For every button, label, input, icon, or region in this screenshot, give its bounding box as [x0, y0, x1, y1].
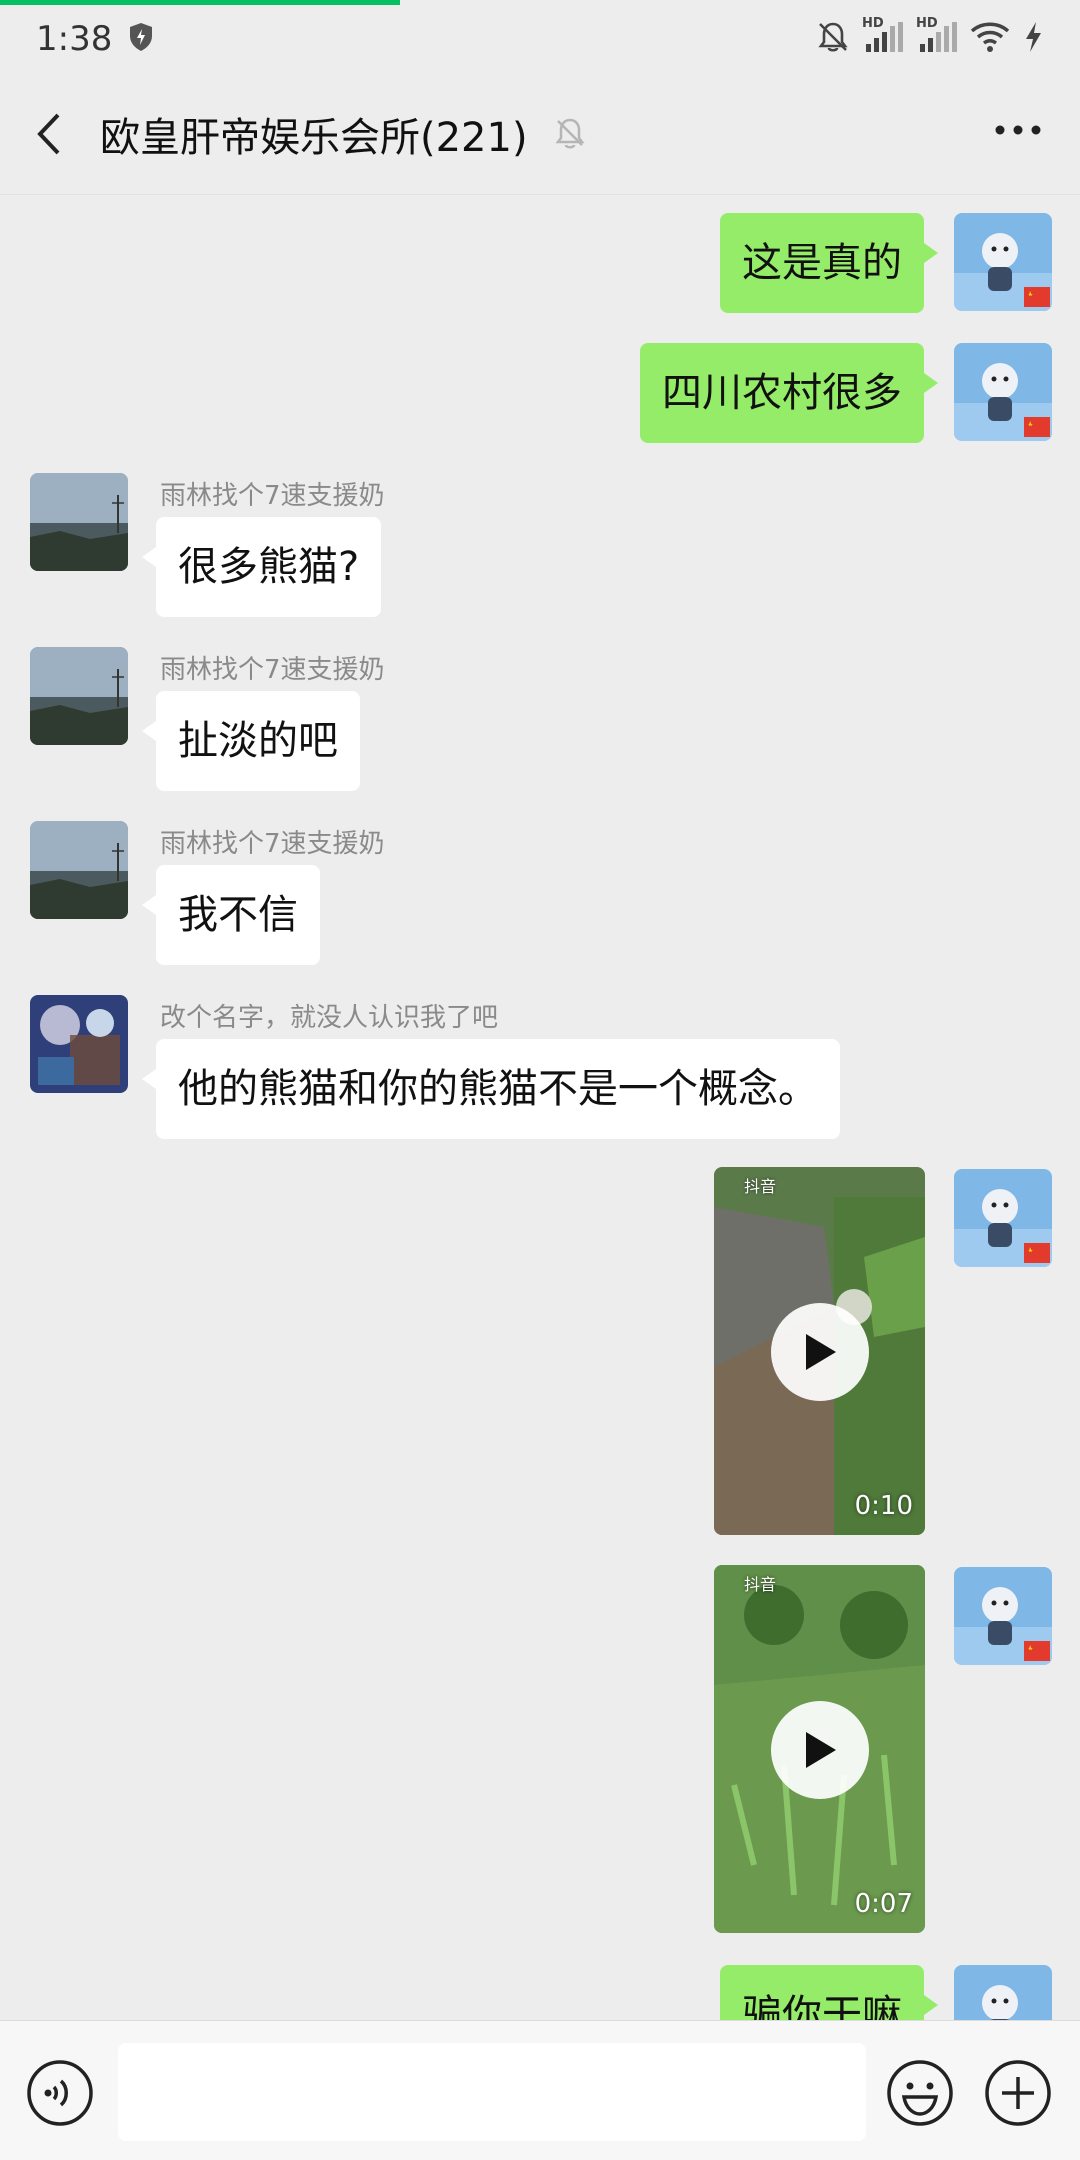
chat-title: 欧皇肝帝娱乐会所(221) [100, 115, 528, 161]
shield-icon [128, 22, 154, 56]
message-bubble[interactable]: 这是真的 [720, 213, 938, 313]
voice-button[interactable] [26, 2059, 94, 2131]
emoji-icon [887, 2060, 953, 2126]
message-bubble[interactable]: 四川农村很多 [640, 343, 938, 443]
video-message[interactable]: 抖音 0:07 [714, 1565, 925, 1933]
sender-avatar[interactable] [30, 821, 128, 919]
input-bar [0, 2020, 1080, 2160]
sender-name: 雨林找个7速支援奶 [160, 829, 385, 859]
bell-off-icon [552, 115, 588, 155]
more-button[interactable] [992, 115, 1044, 149]
message-bubble[interactable]: 很多熊猫? [141, 517, 382, 617]
sender-avatar[interactable] [30, 647, 128, 745]
battery-charging-icon [1022, 20, 1044, 58]
network-label: HD [862, 16, 884, 31]
voice-icon [27, 2060, 93, 2126]
more-dots-icon [995, 125, 1041, 135]
douyin-brand: 抖音 [744, 1575, 777, 1594]
play-button[interactable] [771, 1303, 869, 1401]
self-avatar[interactable] [954, 1965, 1052, 2020]
sender-name: 雨林找个7速支援奶 [160, 655, 385, 685]
message-bubble[interactable]: 他的熊猫和你的熊猫不是一个概念。 [142, 1039, 840, 1139]
sender-name: 雨林找个7速支援奶 [160, 481, 385, 511]
video-duration: 0:10 [854, 1491, 913, 1521]
sender-avatar[interactable] [30, 473, 128, 571]
status-bar: 1:38 HD HD [0, 5, 1080, 73]
self-avatar[interactable] [954, 1567, 1052, 1665]
play-icon [806, 1334, 836, 1370]
message-input[interactable] [118, 2043, 866, 2141]
video-duration: 0:07 [854, 1889, 913, 1919]
back-button[interactable] [30, 109, 70, 159]
video-message[interactable]: 抖音 0:10 [714, 1167, 925, 1535]
play-button[interactable] [771, 1701, 869, 1799]
message-bubble[interactable]: 骗你干嘛 [720, 1965, 938, 2020]
self-avatar[interactable] [954, 343, 1052, 441]
self-avatar[interactable] [954, 1169, 1052, 1267]
network-label: HD [916, 16, 938, 31]
sender-avatar[interactable] [30, 995, 128, 1093]
status-time: 1:38 [36, 19, 113, 59]
douyin-brand: 抖音 [744, 1177, 777, 1196]
notifications-off-icon [816, 20, 850, 58]
emoji-button[interactable] [886, 2059, 954, 2131]
more-actions-button[interactable] [984, 2059, 1052, 2131]
signal-icon: HD [862, 16, 904, 58]
plus-icon [985, 2060, 1051, 2126]
signal-icon: HD [916, 16, 958, 58]
play-icon [806, 1732, 836, 1768]
chevron-left-icon [37, 113, 60, 155]
message-bubble[interactable]: 我不信 [142, 865, 320, 965]
message-list[interactable]: 这是真的 四川农村很多 雨林找个7速支援奶 很多熊猫? 雨林找个7速支援奶 扯淡… [0, 195, 1080, 2020]
message-bubble[interactable]: 扯淡的吧 [142, 691, 360, 791]
wifi-icon [970, 21, 1010, 57]
self-avatar[interactable] [954, 213, 1052, 311]
chat-header: 欧皇肝帝娱乐会所(221) [0, 73, 1080, 195]
sender-name: 改个名字，就没人认识我了吧 [160, 1003, 499, 1033]
